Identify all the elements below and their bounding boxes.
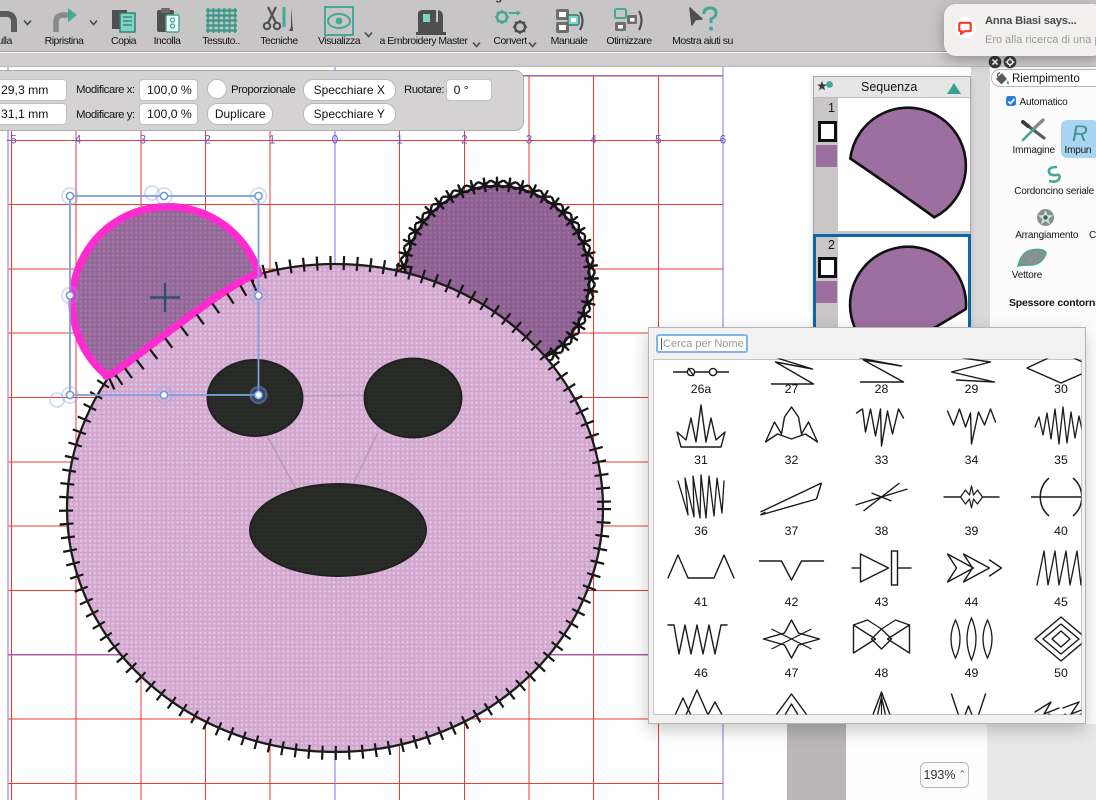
- svg-text:38: 38: [875, 524, 889, 538]
- svg-text:30: 30: [1054, 382, 1068, 396]
- svg-text:27: 27: [785, 382, 799, 396]
- svg-text:28: 28: [875, 382, 889, 396]
- svg-text:49: 49: [965, 666, 979, 680]
- svg-text:29: 29: [965, 382, 979, 396]
- svg-text:40: 40: [1054, 524, 1068, 538]
- svg-text:37: 37: [785, 524, 799, 538]
- svg-text:32: 32: [785, 453, 799, 467]
- svg-text:33: 33: [875, 453, 889, 467]
- svg-text:43: 43: [875, 595, 889, 609]
- svg-text:47: 47: [785, 666, 799, 680]
- svg-text:46: 46: [694, 666, 708, 680]
- svg-text:44: 44: [965, 595, 979, 609]
- svg-text:34: 34: [965, 453, 979, 467]
- svg-text:42: 42: [785, 595, 799, 609]
- svg-text:50: 50: [1054, 666, 1068, 680]
- svg-text:35: 35: [1054, 453, 1068, 467]
- svg-text:39: 39: [965, 524, 979, 538]
- svg-text:36: 36: [694, 524, 708, 538]
- svg-text:26a: 26a: [691, 382, 712, 396]
- svg-text:48: 48: [875, 666, 889, 680]
- svg-text:41: 41: [694, 595, 708, 609]
- svg-text:31: 31: [694, 453, 708, 467]
- svg-text:45: 45: [1054, 595, 1068, 609]
